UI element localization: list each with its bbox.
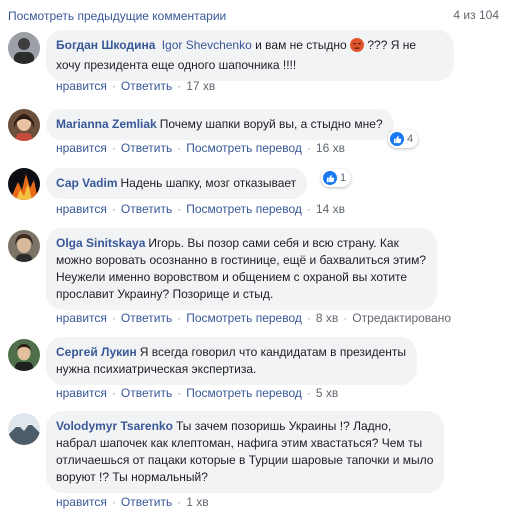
like-button[interactable]: нравится [56,495,107,509]
comment-counter: 4 из 104 [453,8,499,22]
reaction-summary[interactable]: 1 [321,169,352,187]
comment-timestamp[interactable]: 16 хв [316,141,345,155]
reply-button[interactable]: Ответить [121,79,172,93]
avatar[interactable] [8,168,40,200]
comment-timestamp[interactable]: 1 хв [186,495,208,509]
comment-timestamp[interactable]: 17 хв [186,79,215,93]
reply-button[interactable]: Ответить [121,386,172,400]
comment-text: набрал шапочек как клептоман, нафига эти… [56,436,423,450]
comment-text: Надень шапку, мозг отказывает [120,176,297,190]
mention-link[interactable]: Igor Shevchenko [162,38,252,52]
comment-actions: нравится · Ответить · Посмотреть перевод · 5 х… [56,386,339,400]
reply-button[interactable]: Ответить [121,202,172,216]
comment-text: нужна психиатрическая экспертиза. [56,362,257,376]
like-icon [323,171,337,185]
avatar[interactable] [8,230,40,262]
reaction-count: 1 [340,172,347,184]
comment-text: Игорь. Вы позор сами себя и всю страну. … [148,236,399,250]
like-button[interactable]: нравится [56,311,107,325]
comment-timestamp[interactable]: 5 хв [316,386,338,400]
comment-author[interactable]: Сергей Лукин [56,345,137,359]
like-button[interactable]: нравится [56,202,107,216]
comment-actions: нравится · Ответить · Посмотреть перевод · 16 … [56,141,345,155]
avatar[interactable] [8,339,40,371]
comment-actions: нравится · Ответить · Посмотреть перевод · 8 х… [56,311,452,325]
comment-author[interactable]: Marianna Zemliak [56,117,157,131]
comment-text: Почему шапки воруй вы, а стыдно мне? [159,117,383,131]
avatar[interactable] [8,109,40,141]
like-button[interactable]: нравится [56,141,107,155]
see-translation-button[interactable]: Посмотреть перевод [186,311,302,325]
see-translation-button[interactable]: Посмотреть перевод [186,386,302,400]
comment-bubble: Olga Sinitskaya Игорь. Вы позор сами себя… [46,228,438,310]
comment-actions: нравится · Ответить · 17 хв [56,79,216,93]
comment-text: и вам не стыдно [251,38,351,52]
angry-face-emoji-icon [350,38,365,57]
like-button[interactable]: нравится [56,79,107,93]
comment-bubble: Сар Vadim Надень шапку, мозг отказывает [46,168,308,199]
edited-label[interactable]: Отредактировано [352,311,451,325]
comment-text: ??? Я не [364,38,417,52]
comment-text: Я всегда говорил что кандидатам в презид… [139,345,407,359]
reply-button[interactable]: Ответить [121,311,172,325]
comment-actions: нравится · Ответить · Посмотреть перевод · 14 … [56,202,345,216]
comment-author[interactable]: Сар Vadim [56,176,118,190]
like-icon [390,132,404,146]
comment-text: Неужели именно воровством и общением с о… [56,270,408,284]
see-translation-button[interactable]: Посмотреть перевод [186,202,302,216]
reaction-summary[interactable]: 4 [388,130,419,148]
comment-author[interactable]: Volodymyr Tsarenko [56,419,173,433]
comment-text: Ты зачем позоришь Украины !? Ладно, [175,419,392,433]
view-previous-comments-link[interactable]: Посмотреть предыдущие комментарии [8,9,226,23]
reply-button[interactable]: Ответить [121,495,172,509]
comment-text: можно воровать осознанно в гостинице, ещ… [56,253,427,267]
comment-text: прославит Украину? Позорище и стыд. [56,287,274,301]
reaction-count: 4 [407,133,414,145]
comment-text: хочу президента еще одного шапочника !!!… [56,58,297,72]
comment-actions: нравится · Ответить · 1 хв [56,495,209,509]
comment-author[interactable]: Olga Sinitskaya [56,236,145,250]
comment-bubble: Marianna Zemliak Почему шапки воруй вы, а… [46,109,394,140]
avatar[interactable] [8,32,40,64]
reply-button[interactable]: Ответить [121,141,172,155]
comment-author[interactable]: Богдан Шкодина [56,38,155,52]
comment-bubble: Сергей Лукин Я всегда говорил что кандида… [46,337,418,385]
comment-text: воруют !? Ты нормальный? [56,470,208,484]
comment-bubble: Богдан Шкодина Igor Shevchenko и вам не … [46,30,454,81]
comments-header: Посмотреть предыдущие комментарии 4 из 1… [0,0,505,30]
comment-timestamp[interactable]: 14 хв [316,202,345,216]
like-button[interactable]: нравится [56,386,107,400]
comment-bubble: Volodymyr Tsarenko Ты зачем позоришь Укра… [46,411,445,493]
see-translation-button[interactable]: Посмотреть перевод [186,141,302,155]
comment-text: отличаешься от пацаки которые в Турции ш… [56,453,434,467]
comment-timestamp[interactable]: 8 хв [316,311,338,325]
avatar[interactable] [8,413,40,445]
